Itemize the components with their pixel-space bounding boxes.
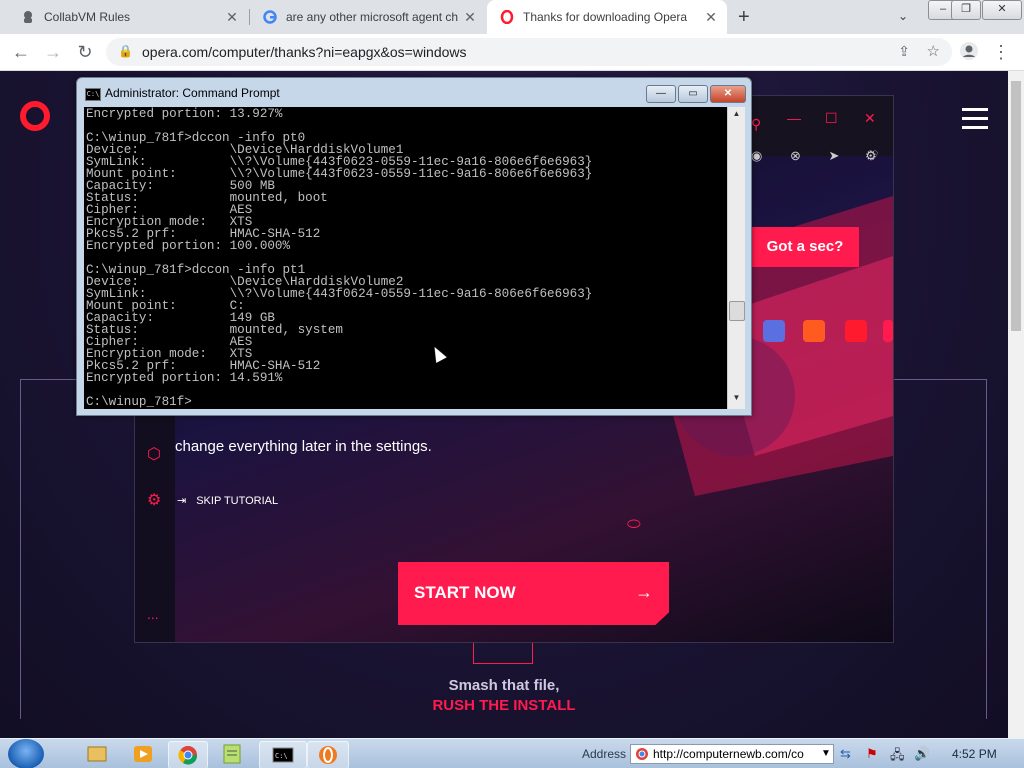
tab-google-search[interactable]: are any other microsoft agent ch ✕	[250, 0, 486, 34]
start-now-label: START NOW	[414, 583, 516, 602]
close-icon[interactable]: ✕	[462, 9, 478, 26]
tab-thanks-opera[interactable]: Thanks for downloading Opera ✕	[487, 0, 727, 34]
scrollbar-thumb[interactable]	[1011, 81, 1021, 331]
rush-install-text: RUSH THE INSTALL	[432, 697, 576, 714]
cmd-minimize-button[interactable]: —	[646, 85, 676, 103]
address-toolbar-input[interactable]: http://computernewb.com/co ▼	[630, 744, 834, 764]
speed-dial-tile	[883, 320, 893, 342]
decorative-frame-right	[986, 379, 987, 719]
speed-dial-tile	[845, 320, 867, 342]
chrome-icon	[636, 748, 648, 760]
smash-text: Smash that file,	[448, 677, 560, 694]
tutorial-text: change everything later in the settings.	[175, 438, 432, 455]
notepad-taskbar-icon[interactable]	[213, 741, 251, 767]
taskbar-clock[interactable]: 4:52 PM	[952, 747, 997, 761]
decorative-frame-top-right	[893, 379, 986, 380]
taskbar: C:\ Address http://computernewb.com/co ▼…	[0, 738, 1024, 768]
page-scrollbar[interactable]	[1008, 71, 1024, 738]
close-icon[interactable]: ✕	[224, 9, 240, 26]
console-text: Encrypted portion: 13.927% C:\winup_781f…	[86, 107, 593, 409]
dropdown-arrow-icon[interactable]: ▼	[821, 745, 831, 763]
cube-icon: ⬡	[147, 446, 161, 463]
google-icon	[262, 9, 278, 25]
command-prompt-window[interactable]: C:\ Administrator: Command Prompt — ▭ ✕ …	[76, 77, 752, 416]
chevron-down-icon[interactable]: ⌄	[898, 9, 908, 23]
url-text: opera.com/computer/thanks?ni=eapgx&os=wi…	[142, 44, 467, 60]
tab-strip: CollabVM Rules ✕ are any other microsoft…	[0, 0, 1024, 34]
more-dots-icon: ...	[147, 606, 159, 622]
gear-icon: ⚙	[147, 492, 162, 509]
address-bar[interactable]: 🔒 opera.com/computer/thanks?ni=eapgx&os=…	[106, 38, 952, 66]
start-now-button[interactable]: START NOW →	[398, 562, 669, 625]
got-a-sec-button[interactable]: Got a sec?	[751, 227, 859, 267]
start-button[interactable]	[8, 739, 44, 768]
back-arrow-icon[interactable]: ←	[10, 41, 32, 63]
opera-icon	[499, 9, 515, 25]
browser-toolbar: ← → ↻ 🔒 opera.com/computer/thanks?ni=eap…	[0, 34, 1024, 71]
tab-label: are any other microsoft agent ch	[286, 10, 459, 24]
close-icon[interactable]: ✕	[703, 9, 719, 26]
decorative-connector	[473, 643, 533, 664]
speed-dial-tile	[803, 320, 825, 342]
collabvm-icon	[20, 9, 36, 25]
mockup-search-icon: ⚲	[751, 116, 762, 132]
close-window-button[interactable]: ✕	[982, 0, 1022, 20]
media-player-taskbar-icon[interactable]	[124, 741, 162, 767]
hamburger-menu-icon[interactable]	[962, 108, 988, 135]
go-arrow-icon[interactable]: ⇆	[840, 746, 851, 762]
svg-text:C:\: C:\	[275, 752, 288, 760]
scroll-down-arrow-icon[interactable]: ▼	[728, 393, 745, 407]
speed-dial-tile	[763, 320, 785, 342]
mockup-minimize-icon: —	[787, 110, 801, 126]
reload-icon[interactable]: ↻	[74, 41, 96, 63]
address-toolbar-label: Address	[582, 747, 627, 761]
mockup-close-icon: ✕	[864, 110, 876, 126]
arrow-right-icon: →	[635, 582, 653, 602]
opera-installer-taskbar-icon[interactable]	[307, 741, 349, 768]
lock-icon: 🔒	[118, 44, 133, 58]
skip-tutorial-label: SKIP TUTORIAL	[196, 494, 279, 507]
scrollbar-thumb[interactable]	[729, 301, 745, 321]
mockup-settings-icon: ⚙	[865, 148, 877, 163]
share-icon[interactable]: ⇪	[898, 43, 910, 60]
tab-collabvm-rules[interactable]: CollabVM Rules ✕	[8, 0, 248, 34]
scroll-up-arrow-icon[interactable]: ▲	[728, 109, 745, 123]
tab-label: Thanks for downloading Opera	[523, 10, 688, 24]
cmd-maximize-button[interactable]: ▭	[678, 85, 708, 103]
restore-button[interactable]: ❐	[951, 0, 981, 20]
flag-icon[interactable]: ⚑	[866, 746, 878, 762]
cmd-icon: C:\	[85, 88, 101, 101]
opera-gx-icon: ⬭	[627, 516, 641, 533]
decorative-frame-left	[20, 379, 21, 719]
profile-icon[interactable]	[958, 41, 980, 63]
address-toolbar-value: http://computernewb.com/co	[653, 747, 804, 761]
skip-tutorial-button[interactable]: ⇥ SKIP TUTORIAL	[177, 494, 279, 508]
console-output[interactable]: Encrypted portion: 13.927% C:\winup_781f…	[84, 107, 727, 409]
exit-icon: ⇥	[177, 495, 187, 507]
volume-icon[interactable]: 🔊	[914, 746, 930, 762]
explorer-taskbar-icon[interactable]	[78, 741, 116, 767]
chrome-taskbar-icon[interactable]	[168, 741, 208, 768]
forward-arrow-icon[interactable]: →	[42, 41, 64, 63]
network-icon[interactable]: 🖧	[890, 746, 905, 768]
tab-label: CollabVM Rules	[44, 10, 131, 24]
new-tab-button[interactable]: +	[738, 6, 750, 29]
window-title: Administrator: Command Prompt	[105, 86, 280, 100]
mockup-maximize-icon: ☐	[825, 110, 838, 126]
cmd-scrollbar[interactable]: ▲ ▼	[727, 107, 745, 409]
opera-logo[interactable]	[20, 101, 50, 131]
kebab-menu-icon[interactable]: ⋮	[990, 41, 1012, 63]
cmd-close-button[interactable]: ✕	[710, 85, 746, 103]
star-icon[interactable]: ☆	[927, 42, 940, 60]
cmd-taskbar-icon[interactable]: C:\	[259, 741, 307, 768]
